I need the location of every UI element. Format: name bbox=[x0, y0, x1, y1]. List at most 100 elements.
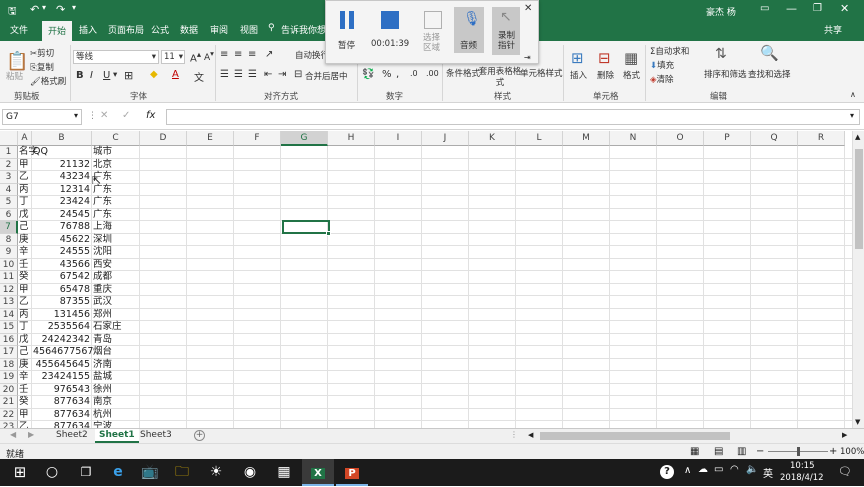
column-header-g[interactable]: G bbox=[281, 131, 328, 146]
cell-city[interactable]: 广东 bbox=[93, 196, 138, 209]
page-layout-view-icon[interactable]: ▤ bbox=[714, 446, 723, 457]
cell-name[interactable]: 乙 bbox=[19, 171, 30, 184]
clear-button[interactable]: ◈清除 bbox=[650, 73, 674, 85]
cell-qq[interactable]: 877634 bbox=[33, 396, 90, 409]
sort-filter-icon[interactable]: ⇅ bbox=[715, 46, 727, 62]
cell-city[interactable]: 城市 bbox=[93, 146, 138, 159]
cell-name[interactable]: 己 bbox=[19, 221, 30, 234]
find-select-button[interactable]: 查找和选择 bbox=[748, 68, 791, 80]
cell-qq[interactable]: 877634 bbox=[33, 409, 90, 422]
restore-icon[interactable]: ❐ bbox=[813, 3, 822, 14]
grow-font-icon[interactable]: A▴ bbox=[190, 49, 201, 64]
column-header-q[interactable]: Q bbox=[751, 131, 798, 146]
worksheet-grid[interactable]: ABCDEFGHIJKLMNOPQR 1 名字 QQ 城市 2 甲 21132 北京 3 乙 432… bbox=[0, 131, 852, 428]
cell-city[interactable]: 徐州 bbox=[93, 384, 138, 397]
tab-insert[interactable]: 插入 bbox=[79, 23, 97, 36]
cell-name[interactable]: 庚 bbox=[19, 359, 30, 372]
bold-button[interactable]: B bbox=[76, 70, 84, 81]
prev-sheet-icon[interactable]: ◀ bbox=[10, 430, 16, 439]
cell-city[interactable]: 重庆 bbox=[93, 284, 138, 297]
cell-name[interactable]: 丁 bbox=[19, 196, 30, 209]
cell-qq[interactable]: 24242342 bbox=[33, 334, 90, 347]
cell-name[interactable]: 壬 bbox=[19, 259, 30, 272]
column-header-h[interactable]: H bbox=[328, 131, 375, 146]
wifi-icon[interactable]: ◠ bbox=[730, 464, 739, 475]
row-header[interactable]: 2 bbox=[0, 158, 18, 171]
underline-button[interactable]: U bbox=[103, 70, 110, 81]
cell-name[interactable]: 辛 bbox=[19, 371, 30, 384]
close-icon[interactable]: ✕ bbox=[524, 3, 532, 14]
row-header[interactable]: 8 bbox=[0, 233, 18, 246]
zoom-slider-thumb[interactable] bbox=[797, 447, 800, 456]
cancel-icon[interactable]: ✕ bbox=[100, 110, 108, 121]
close-icon[interactable]: ✕ bbox=[840, 2, 849, 15]
collapse-ribbon-icon[interactable]: ∧ bbox=[850, 90, 856, 99]
fill-button[interactable]: ⬇填充 bbox=[650, 59, 674, 71]
select-all-corner[interactable] bbox=[0, 131, 18, 146]
row-header[interactable]: 22 bbox=[0, 408, 18, 421]
tab-file[interactable]: 文件 bbox=[10, 23, 28, 36]
pause-icon[interactable] bbox=[340, 11, 354, 29]
windows-start-icon[interactable]: ⊞ bbox=[4, 459, 36, 486]
name-box[interactable]: G7 bbox=[2, 109, 82, 125]
task-view-icon[interactable]: ❐ bbox=[70, 459, 102, 486]
fill-color-icon[interactable]: ◆ bbox=[150, 69, 158, 80]
decrease-indent-icon[interactable]: ⇤ bbox=[264, 69, 272, 80]
tab-home[interactable]: 开始 bbox=[42, 21, 73, 41]
powerpoint-taskbar-icon[interactable]: P bbox=[336, 459, 368, 486]
cell-city[interactable]: 杭州 bbox=[93, 409, 138, 422]
insert-cells-icon[interactable]: ⊞ bbox=[571, 49, 584, 67]
cut-button[interactable]: ✂剪切 bbox=[30, 47, 54, 59]
cell-styles-button[interactable]: 单元格样式 bbox=[520, 67, 563, 79]
wrap-text-button[interactable]: 自动换行 bbox=[295, 49, 329, 61]
cell-qq[interactable]: 65478 bbox=[33, 284, 90, 297]
row-header[interactable]: 21 bbox=[0, 396, 18, 409]
cell-qq[interactable]: 43566 bbox=[33, 259, 90, 272]
row-header[interactable]: 1 bbox=[0, 146, 18, 159]
column-header-r[interactable]: R bbox=[798, 131, 845, 146]
cell-city[interactable]: 济南 bbox=[93, 359, 138, 372]
merge-center-button[interactable]: 合并后居中 bbox=[305, 70, 348, 82]
enter-icon[interactable]: ✓ bbox=[122, 110, 130, 121]
cell-city[interactable]: 石家庄 bbox=[93, 321, 138, 334]
cell-qq[interactable]: 4564677567 bbox=[33, 346, 93, 359]
font-color-icon[interactable]: A bbox=[172, 69, 179, 80]
help-icon[interactable]: ? bbox=[660, 465, 674, 479]
row-header[interactable]: 3 bbox=[0, 171, 18, 184]
cell-name[interactable]: 辛 bbox=[19, 246, 30, 259]
row-header[interactable]: 14 bbox=[0, 308, 18, 321]
normal-view-icon[interactable]: ▦ bbox=[690, 446, 699, 457]
cortana-icon[interactable]: ○ bbox=[36, 459, 68, 486]
ribbon-display-icon[interactable]: ▭ bbox=[760, 3, 769, 14]
row-header[interactable]: 9 bbox=[0, 246, 18, 259]
cell-qq[interactable]: 24545 bbox=[33, 209, 90, 222]
volume-icon[interactable]: 🔈 bbox=[746, 464, 758, 475]
cell-qq[interactable]: 131456 bbox=[33, 309, 90, 322]
cell-qq[interactable]: 67542 bbox=[33, 271, 90, 284]
excel-taskbar-icon[interactable]: X bbox=[302, 459, 334, 486]
column-header-a[interactable]: A bbox=[18, 131, 32, 146]
format-as-table-button[interactable]: 套用表格格式 bbox=[478, 67, 522, 89]
insert-cells-button[interactable]: 插入 bbox=[570, 69, 587, 81]
percent-button[interactable]: % bbox=[382, 69, 392, 80]
chevron-down-icon[interactable]: ▾ bbox=[74, 111, 78, 120]
cell-city[interactable]: 北京 bbox=[93, 159, 138, 172]
cloud-icon[interactable]: ☁ bbox=[698, 464, 708, 475]
pin-icon[interactable]: ⇥ bbox=[524, 53, 531, 62]
cell-city[interactable]: 宁波 bbox=[93, 421, 138, 428]
row-header[interactable]: 18 bbox=[0, 358, 18, 371]
row-header[interactable]: 19 bbox=[0, 371, 18, 384]
share-button[interactable]: 共享 bbox=[824, 23, 842, 36]
save-icon[interactable]: 🖫 bbox=[8, 4, 17, 21]
row-header[interactable]: 20 bbox=[0, 383, 18, 396]
column-header-m[interactable]: M bbox=[563, 131, 610, 146]
cell-name[interactable]: 名字 bbox=[19, 146, 38, 159]
cell-city[interactable]: 广东 bbox=[93, 209, 138, 222]
cell-name[interactable]: 甲 bbox=[19, 159, 30, 172]
column-header-i[interactable]: I bbox=[375, 131, 422, 146]
scroll-up-icon[interactable]: ▲ bbox=[855, 133, 860, 141]
cell-name[interactable]: 己 bbox=[19, 346, 30, 359]
scroll-right-icon[interactable]: ▶ bbox=[842, 431, 847, 439]
column-header-c[interactable]: C bbox=[92, 131, 140, 146]
italic-button[interactable]: I bbox=[90, 70, 93, 81]
